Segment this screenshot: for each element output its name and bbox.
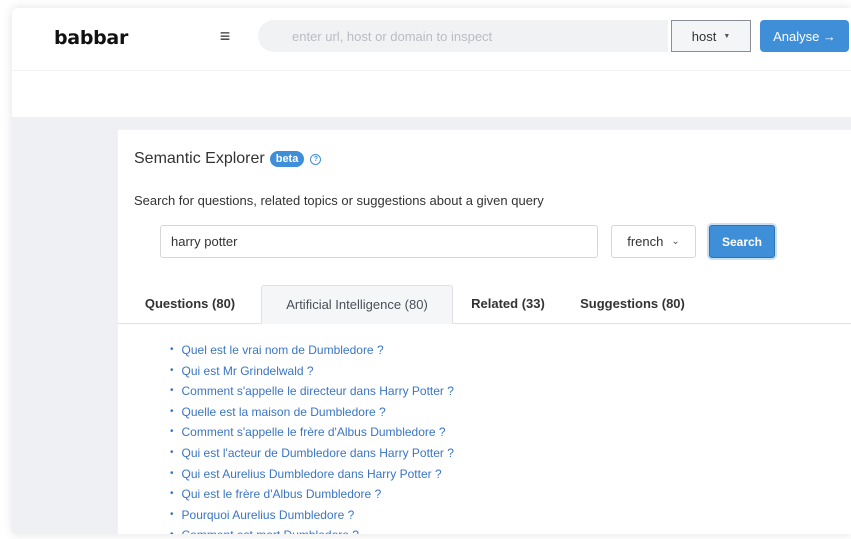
title-row: Semantic Explorer beta ? [134,150,322,168]
url-input[interactable] [258,20,668,52]
result-link[interactable]: Quelle est la maison de Dumbledore ? [182,402,386,423]
menu-icon[interactable]: ≡ [214,23,236,49]
query-input[interactable] [160,225,598,258]
top-navbar: babbar ≡ host ▼ Analyse → [12,8,851,70]
language-select[interactable]: french ⌄ [611,225,696,258]
result-link[interactable]: Pourquoi Aurelius Dumbledore ? [182,505,355,526]
result-link[interactable]: Quel est le vrai nom de Dumbledore ? [182,340,384,361]
bullet-icon: • [170,488,174,500]
list-item[interactable]: • Quelle est la maison de Dumbledore ? [170,402,454,423]
scope-select-value: host [691,28,717,44]
results-panel: • Quel est le vrai nom de Dumbledore ? • Q… [118,324,851,534]
bullet-icon: • [170,385,174,397]
tab-bar: Questions (80) Artificial Intelligence (… [118,285,851,324]
list-item[interactable]: • Qui est l'acteur de Dumbledore dans Har… [170,443,454,464]
result-link[interactable]: Qui est Mr Grindelwald ? [182,361,314,382]
caret-down-icon: ▼ [723,32,731,40]
bullet-icon: • [170,508,174,520]
bullet-icon: • [170,364,174,376]
search-button[interactable]: Search [709,225,775,258]
list-item[interactable]: • Qui est le frère d'Albus Dumbledore ? [170,484,454,505]
tab-suggestions[interactable]: Suggestions (80) [570,285,695,323]
help-icon[interactable]: ? [310,153,322,165]
result-link[interactable]: Qui est l'acteur de Dumbledore dans Harr… [182,443,454,464]
result-link[interactable]: Comment est mort Dumbledore ? [182,525,359,534]
analyse-button[interactable]: Analyse → [760,20,849,52]
chevron-down-icon: ⌄ [671,236,680,247]
beta-badge: beta [269,151,305,167]
bullet-icon: • [170,405,174,417]
list-item[interactable]: • Pourquoi Aurelius Dumbledore ? [170,505,454,526]
description-text: Search for questions, related topics or … [134,193,544,208]
semantic-explorer-card: Semantic Explorer beta ? Search for ques… [118,130,851,534]
bullet-icon: • [170,426,174,438]
language-select-value: french [627,234,664,249]
result-link[interactable]: Comment s'appelle le directeur dans Harr… [182,381,454,402]
app-window: babbar ≡ host ▼ Analyse → Semantic Explo… [12,8,851,534]
result-link[interactable]: Comment s'appelle le frère d'Albus Dumbl… [182,422,446,443]
tab-artificial-intelligence[interactable]: Artificial Intelligence (80) [261,285,453,324]
bullet-icon: • [170,446,174,458]
bullet-icon: • [170,467,174,479]
list-item[interactable]: • Qui est Mr Grindelwald ? [170,361,454,382]
list-item[interactable]: • Quel est le vrai nom de Dumbledore ? [170,340,454,361]
secondary-bar [12,70,851,117]
list-item[interactable]: • Comment est mort Dumbledore ? [170,525,454,534]
list-item[interactable]: • Comment s'appelle le directeur dans Har… [170,381,454,402]
page-title: Semantic Explorer [134,150,265,167]
logo[interactable]: babbar [54,27,128,49]
tab-related[interactable]: Related (33) [462,285,554,323]
list-item[interactable]: • Comment s'appelle le frère d'Albus Dumb… [170,422,454,443]
scope-select[interactable]: host ▼ [671,20,751,52]
bullet-icon: • [170,525,174,534]
results-list: • Quel est le vrai nom de Dumbledore ? • Q… [170,340,454,534]
tab-questions[interactable]: Questions (80) [134,285,246,323]
result-link[interactable]: Qui est Aurelius Dumbledore dans Harry P… [182,464,442,485]
list-item[interactable]: • Qui est Aurelius Dumbledore dans Harry … [170,464,454,485]
result-link[interactable]: Qui est le frère d'Albus Dumbledore ? [182,484,382,505]
bullet-icon: • [170,344,174,355]
